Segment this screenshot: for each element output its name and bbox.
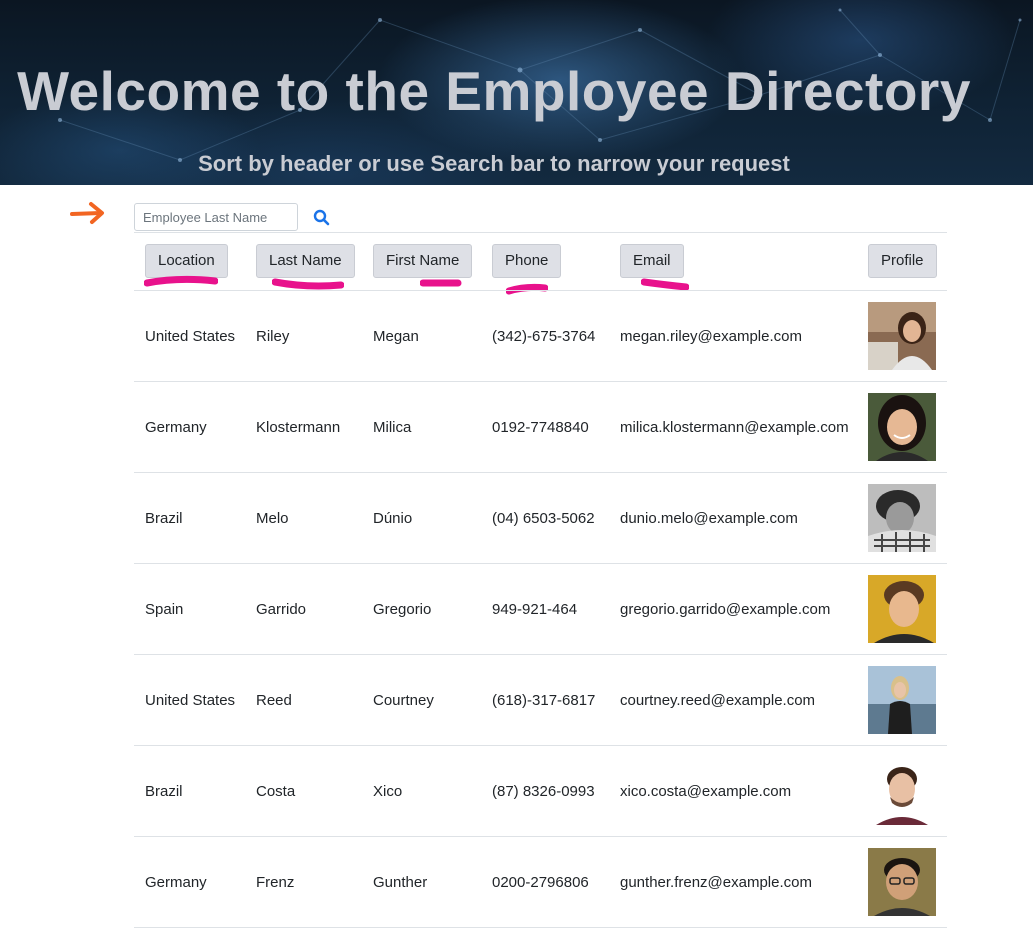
- highlight-underline-first-name: [420, 279, 462, 287]
- page-subtitle: Sort by header or use Search bar to narr…: [198, 151, 790, 176]
- sort-first-name-button[interactable]: First Name: [373, 244, 473, 278]
- cell-last-name: Reed: [256, 692, 292, 709]
- cell-email: xico.costa@example.com: [620, 783, 792, 800]
- cell-phone: (618)-317-6817: [492, 692, 596, 709]
- table-row: Spain Garrido Gregorio 949-921-464 grego…: [134, 564, 947, 655]
- table-row: Germany Klostermann Milica 0192-7748840 …: [134, 382, 947, 473]
- cell-email: gregorio.garrido@example.com: [620, 601, 831, 618]
- cell-first-name: Megan: [373, 328, 419, 345]
- cell-last-name: Riley: [256, 328, 290, 345]
- cell-location: United States: [145, 692, 236, 709]
- search-input[interactable]: [134, 203, 298, 231]
- cell-email: gunther.frenz@example.com: [620, 874, 812, 891]
- profile-photo: [868, 757, 936, 825]
- profile-photo: [868, 484, 936, 552]
- search-icon[interactable]: [313, 209, 330, 226]
- profile-photo: [868, 393, 936, 461]
- table-row: Germany Frenz Gunther 0200-2796806 gunth…: [134, 837, 947, 928]
- cell-first-name: Gregorio: [373, 601, 432, 618]
- cell-last-name: Klostermann: [256, 419, 341, 436]
- cell-last-name: Costa: [256, 783, 296, 800]
- cell-first-name: Xico: [373, 783, 403, 800]
- sort-email-button[interactable]: Email: [620, 244, 684, 278]
- cell-first-name: Gunther: [373, 874, 428, 891]
- cell-first-name: Milica: [373, 419, 412, 436]
- profile-photo: [868, 302, 936, 370]
- cell-location: United States: [145, 328, 236, 345]
- cell-location: Germany: [145, 874, 207, 891]
- cell-first-name: Courtney: [373, 692, 434, 709]
- cell-first-name: Dúnio: [373, 510, 413, 527]
- cell-last-name: Garrido: [256, 601, 307, 618]
- cell-last-name: Melo: [256, 510, 289, 527]
- cell-location: Spain: [145, 601, 184, 618]
- cell-phone: (04) 6503-5062: [492, 510, 595, 527]
- profile-photo: [868, 575, 936, 643]
- profile-photo: [868, 848, 936, 916]
- hero-banner: Welcome to the Employee Directory Sort b…: [0, 0, 1033, 185]
- profile-photo: [868, 666, 936, 734]
- table-row: United States Reed Courtney (618)-317-68…: [134, 655, 947, 746]
- cell-email: courtney.reed@example.com: [620, 692, 816, 709]
- sort-last-name-button[interactable]: Last Name: [256, 244, 355, 278]
- table-row: Brazil Melo Dúnio (04) 6503-5062 dunio.m…: [134, 473, 947, 564]
- cell-email: milica.klostermann@example.com: [620, 419, 849, 436]
- cell-phone: 949-921-464: [492, 601, 578, 618]
- highlight-underline-location: [144, 275, 218, 287]
- page-title: Welcome to the Employee Directory: [17, 60, 971, 122]
- sort-profile-button[interactable]: Profile: [868, 244, 937, 278]
- arrow-right-icon: [70, 202, 104, 224]
- cell-location: Brazil: [145, 510, 183, 527]
- cell-phone: 0200-2796806: [492, 874, 589, 891]
- cell-phone: (87) 8326-0993: [492, 783, 595, 800]
- row-divider: [134, 927, 947, 928]
- cell-phone: (342)-675-3764: [492, 328, 596, 345]
- cell-email: megan.riley@example.com: [620, 328, 802, 345]
- table-row: Brazil Costa Xico (87) 8326-0993 xico.co…: [134, 746, 947, 837]
- cell-email: dunio.melo@example.com: [620, 510, 798, 527]
- cell-phone: 0192-7748840: [492, 419, 589, 436]
- cell-location: Germany: [145, 419, 207, 436]
- table-top-border: [134, 232, 947, 233]
- table-row: United States Riley Megan (342)-675-3764…: [134, 291, 947, 382]
- cell-last-name: Frenz: [256, 874, 295, 891]
- cell-location: Brazil: [145, 783, 183, 800]
- sort-phone-button[interactable]: Phone: [492, 244, 562, 278]
